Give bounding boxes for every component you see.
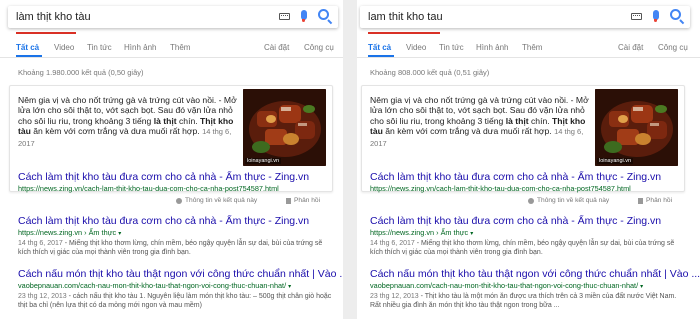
info-icon[interactable]: [528, 198, 534, 204]
result-snippet: 14 thg 6, 2017 - Miếng thịt kho thơm lừn…: [370, 239, 688, 258]
tab-images[interactable]: Hình ảnh: [124, 43, 156, 52]
snippet-text: Nêm gia vị và cho nốt trứng gà và trứng …: [370, 95, 594, 149]
result-url-text: vaobepnauan.com/cach-nau-mon-thit-kho-ta…: [370, 281, 639, 290]
tab-tools[interactable]: Công cụ: [658, 43, 688, 52]
keyboard-icon[interactable]: [279, 13, 290, 20]
dropdown-caret-icon[interactable]: ▾: [288, 284, 291, 290]
tab-all[interactable]: Tất cả: [16, 43, 39, 52]
result-url[interactable]: vaobepnauan.com/cach-nau-mon-thit-kho-ta…: [18, 281, 336, 292]
snippet-text-part: chín.: [176, 115, 201, 126]
result-desc: - Miếng thịt kho thơm lừng, chín mềm, bé…: [18, 240, 323, 257]
result-url[interactable]: https://news.zing.vn › Ẩm thực ▾: [18, 228, 336, 239]
result-url[interactable]: vaobepnauan.com/cach-nau-mon-thit-kho-ta…: [370, 281, 688, 292]
result-stats: Khoảng 808.000 kết quả (0,51 giây): [370, 68, 490, 77]
result-date: 14 thg 6, 2017: [370, 240, 415, 247]
flag-icon[interactable]: [638, 198, 643, 204]
microphone-icon[interactable]: [301, 10, 307, 22]
snippet-text-part: chín.: [528, 115, 553, 126]
dropdown-caret-icon[interactable]: ▾: [118, 231, 121, 237]
tab-news[interactable]: Tin tức: [87, 43, 112, 52]
snippet-text: Nêm gia vị và cho nốt trứng gà và trứng …: [18, 95, 242, 149]
feedback-link[interactable]: Phản hồi: [646, 197, 672, 204]
search-tabs: Tất cả Video Tin tức Hình ảnh Thêm Cài đ…: [357, 38, 700, 58]
keyboard-icon[interactable]: [631, 13, 642, 20]
tab-video[interactable]: Video: [406, 43, 426, 52]
snippet-text-part: ăn kèm với cơm trắng và dưa muối rất hợp…: [382, 126, 552, 137]
result-snippet: 14 thg 6, 2017 - Miếng thịt kho thơm lừn…: [18, 239, 336, 258]
image-source: loinayangi.vn: [245, 158, 282, 164]
result-date: 14 thg 6, 2017: [18, 240, 63, 247]
tab-settings[interactable]: Cài đặt: [618, 43, 643, 52]
result-url-text: https://news.zing.vn › Ẩm thực: [18, 228, 117, 237]
snippet-bold: là thịt: [505, 115, 529, 126]
food-photo: [595, 89, 678, 166]
query-highlight: [368, 32, 440, 34]
search-box[interactable]: lam thit kho tau: [360, 6, 690, 34]
search-result: Cách làm thịt kho tàu đưa cơm cho cả nhà…: [370, 215, 688, 258]
snippet-feedback-bar: Thông tin về kết quả này Phản hồi: [357, 196, 700, 208]
result-title-link[interactable]: Cách làm thịt kho tàu đưa cơm cho cả nhà…: [370, 215, 688, 228]
search-result: Cách nấu món thịt kho tàu thật ngon với …: [18, 268, 343, 311]
query-highlight: [16, 32, 76, 34]
snippet-url[interactable]: https://news.zing.vn/cach-lam-thit-kho-t…: [370, 184, 631, 193]
result-snippet: 23 thg 12, 2013 - Thịt kho tàu là một mó…: [370, 292, 688, 311]
image-source: loinayangi.vn: [597, 158, 634, 164]
search-icon[interactable]: [318, 9, 329, 20]
search-box[interactable]: làm thịt kho tàu: [8, 6, 338, 34]
featured-snippet: Nêm gia vị và cho nốt trứng gà và trứng …: [9, 85, 333, 193]
tab-settings[interactable]: Cài đặt: [264, 43, 289, 52]
flag-icon[interactable]: [286, 198, 291, 204]
snippet-title-link[interactable]: Cách làm thịt kho tàu đưa cơm cho cả nhà…: [370, 171, 661, 183]
result-stats: Khoảng 1.980.000 kết quả (0,50 giây): [18, 68, 144, 77]
active-tab-indicator: [16, 55, 42, 57]
search-result: Cách nấu món thịt kho tàu thật ngon với …: [370, 268, 700, 311]
result-title-link[interactable]: Cách nấu món thịt kho tàu thật ngon với …: [18, 268, 343, 281]
microphone-icon[interactable]: [653, 10, 659, 22]
search-result: Cách làm thịt kho tàu đưa cơm cho cả nhà…: [18, 215, 336, 258]
tab-more[interactable]: Thêm: [522, 43, 542, 52]
result-url-text: vaobepnauan.com/cach-nau-mon-thit-kho-ta…: [18, 281, 287, 290]
tab-tools[interactable]: Công cụ: [304, 43, 334, 52]
snippet-url[interactable]: https://news.zing.vn/cach-lam-thit-kho-t…: [18, 184, 279, 193]
about-result-link[interactable]: Thông tin về kết quả này: [537, 197, 609, 204]
left-search-panel: làm thịt kho tàu Tất cả Video Tin tức Hì…: [0, 0, 343, 319]
dropdown-caret-icon[interactable]: ▾: [470, 231, 473, 237]
search-input[interactable]: lam thit kho tau: [368, 11, 443, 23]
result-date: 23 thg 12, 2013: [370, 293, 419, 300]
about-result-link[interactable]: Thông tin về kết quả này: [185, 197, 257, 204]
result-url-text: https://news.zing.vn › Ẩm thực: [370, 228, 469, 237]
result-date: 23 thg 12, 2013: [18, 293, 67, 300]
snippet-title-link[interactable]: Cách làm thịt kho tàu đưa cơm cho cả nhà…: [18, 171, 309, 183]
right-search-panel: lam thit kho tau Tất cả Video Tin tức Hì…: [357, 0, 700, 319]
result-title-link[interactable]: Cách làm thịt kho tàu đưa cơm cho cả nhà…: [18, 215, 336, 228]
snippet-text-part: ăn kèm với cơm trắng và dưa muối rất hợp…: [30, 126, 200, 137]
search-icon[interactable]: [670, 9, 681, 20]
tab-video[interactable]: Video: [54, 43, 74, 52]
result-snippet: 23 thg 12, 2013 - cách nấu thịt kho tàu …: [18, 292, 336, 311]
search-input[interactable]: làm thịt kho tàu: [16, 11, 91, 23]
tab-all[interactable]: Tất cả: [368, 43, 391, 52]
dropdown-caret-icon[interactable]: ▾: [640, 284, 643, 290]
search-tabs: Tất cả Video Tin tức Hình ảnh Thêm Cài đ…: [0, 38, 343, 58]
snippet-bold: là thịt: [153, 115, 177, 126]
result-desc: - Miếng thịt kho thơm lừng, chín mềm, bé…: [370, 240, 675, 257]
tab-images[interactable]: Hình ảnh: [476, 43, 508, 52]
tab-more[interactable]: Thêm: [170, 43, 190, 52]
featured-snippet: Nêm gia vị và cho nốt trứng gà và trứng …: [361, 85, 685, 193]
panel-divider: [343, 0, 357, 319]
food-photo: [243, 89, 326, 166]
feedback-link[interactable]: Phản hồi: [294, 197, 320, 204]
result-url[interactable]: https://news.zing.vn › Ẩm thực ▾: [370, 228, 688, 239]
result-title-link[interactable]: Cách nấu món thịt kho tàu thật ngon với …: [370, 268, 700, 281]
info-icon[interactable]: [176, 198, 182, 204]
snippet-feedback-bar: Thông tin về kết quả này Phản hồi: [0, 196, 343, 208]
snippet-image[interactable]: loinayangi.vn: [595, 89, 678, 166]
snippet-image[interactable]: loinayangi.vn: [243, 89, 326, 166]
tab-news[interactable]: Tin tức: [439, 43, 464, 52]
active-tab-indicator: [368, 55, 394, 57]
